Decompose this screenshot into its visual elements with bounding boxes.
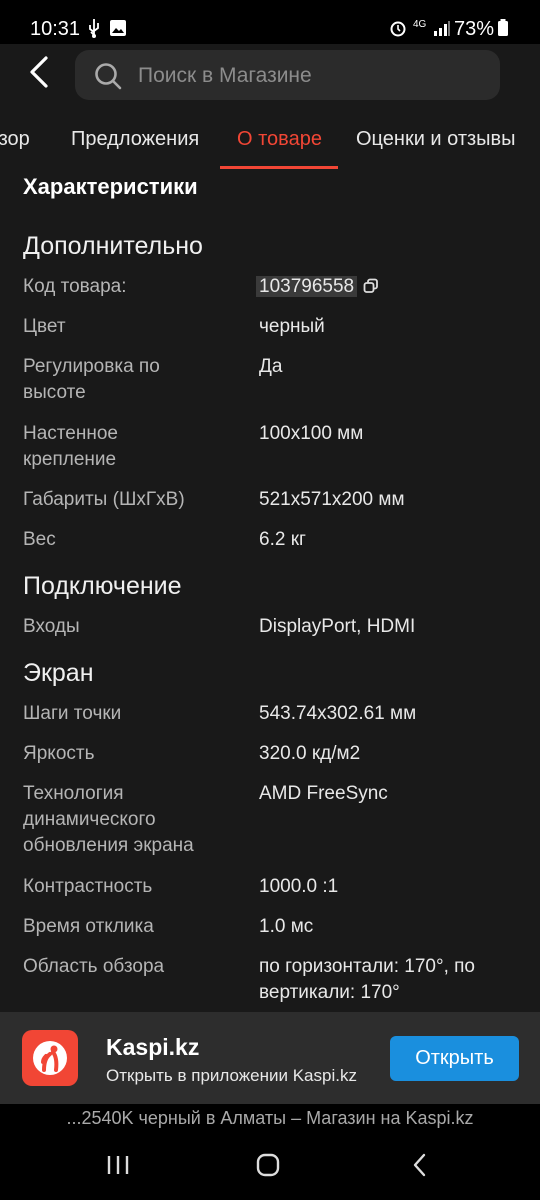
banner-subtitle: Открыть в приложении Kaspi.kz — [106, 1066, 357, 1085]
spec-label: Цвет — [23, 316, 66, 337]
open-app-button[interactable]: Открыть — [390, 1036, 519, 1081]
recent-apps-icon[interactable] — [103, 1150, 133, 1180]
copy-icon[interactable] — [363, 278, 379, 294]
spec-label: Шаги точки — [23, 703, 122, 724]
group-title-screen: Экран — [23, 659, 94, 687]
nav-back-icon[interactable] — [405, 1150, 435, 1180]
spec-value: 1.0 мс — [259, 916, 314, 937]
status-bar: 10:31 4G 73% — [0, 0, 540, 44]
group-title-extra: Дополнительно — [23, 232, 203, 260]
spec-value: 543.74x302.61 мм — [259, 703, 417, 724]
tab-about-product[interactable]: О товаре — [237, 128, 322, 151]
network-type: 4G — [413, 19, 427, 30]
usb-icon — [89, 19, 99, 38]
spec-label: Код товара: — [23, 276, 127, 297]
search-input[interactable]: Поиск в Магазине — [75, 50, 500, 100]
spec-value: по горизонтали: 170°, по вертикали: 170° — [259, 956, 475, 1003]
spec-value: AMD FreeSync — [259, 783, 388, 804]
banner-title: Kaspi.kz — [106, 1034, 200, 1060]
spec-value: 1000.0 :1 — [259, 876, 339, 897]
tab-bar: Обзор Предложения О товаре Оценки и отзы… — [0, 110, 540, 170]
back-arrow-icon[interactable] — [22, 54, 58, 90]
gallery-icon — [110, 20, 126, 36]
spec-value: 6.2 кг — [259, 529, 306, 550]
tab-reviews[interactable]: Оценки и отзывы — [356, 128, 516, 151]
spec-label: Время отклика — [23, 916, 154, 937]
battery-percent: 73% — [453, 18, 494, 40]
status-time: 10:31 — [30, 18, 81, 40]
spec-value: черный — [259, 316, 325, 337]
active-tab-indicator — [220, 166, 338, 169]
tab-overview[interactable]: Обзор — [0, 128, 30, 151]
spec-label: Входы — [23, 616, 80, 637]
spec-value: 521x571x200 мм — [259, 489, 405, 510]
spec-label: Область обзора — [23, 956, 165, 977]
product-code: 103796558 — [256, 276, 358, 297]
kaspi-logo-icon — [22, 1030, 78, 1086]
spec-label: Регулировка по высоте — [23, 356, 160, 403]
signal-icon — [434, 21, 450, 36]
battery-icon — [498, 19, 508, 36]
tab-offers[interactable]: Предложения — [71, 128, 199, 151]
spec-label: Настенное крепление — [23, 423, 118, 470]
system-nav-bar — [0, 1134, 540, 1200]
search-icon — [95, 63, 122, 90]
spec-label: Технология динамического обновления экра… — [23, 783, 194, 856]
spec-label: Габариты (ШхГхВ) — [23, 489, 185, 510]
spec-value: DisplayPort, HDMI — [259, 616, 416, 637]
home-icon[interactable] — [253, 1150, 283, 1180]
page-url-title: ...2540K черный в Алматы – Магазин на Ka… — [0, 1104, 540, 1134]
spec-label: Вес — [23, 529, 56, 550]
spec-label: Контрастность — [23, 876, 153, 897]
alarm-icon — [390, 21, 406, 37]
section-title: Характеристики — [23, 174, 198, 199]
spec-value: Да — [259, 356, 283, 377]
spec-value: 100x100 мм — [259, 423, 364, 444]
top-bar: Поиск в Магазине — [0, 44, 540, 104]
group-title-connection: Подключение — [23, 572, 182, 600]
app-content: Поиск в Магазине Обзор Предложения О тов… — [0, 44, 540, 1104]
search-placeholder: Поиск в Магазине — [138, 64, 312, 87]
spec-label: Яркость — [23, 743, 95, 764]
open-in-app-banner[interactable]: Kaspi.kz Открыть в приложении Kaspi.kz О… — [0, 1012, 540, 1104]
spec-value: 320.0 кд/м2 — [259, 743, 361, 764]
spec-value-product-code[interactable]: 103796558 — [256, 274, 529, 300]
